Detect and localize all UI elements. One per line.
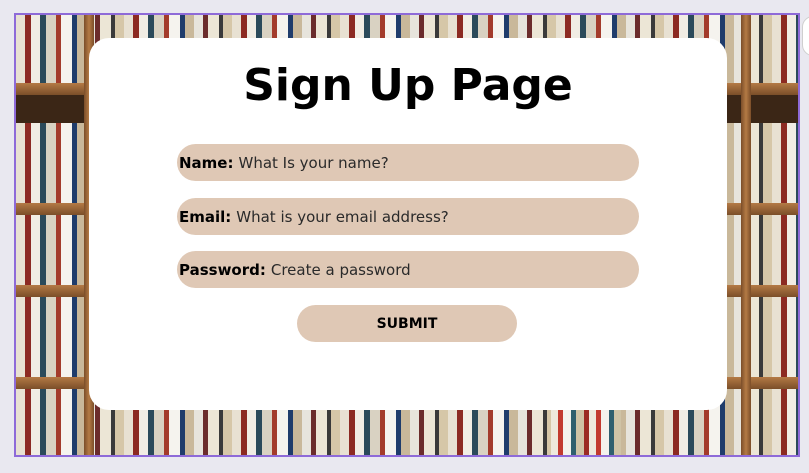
password-field[interactable]: Password: Create a password (177, 251, 639, 288)
name-field[interactable]: Name: What Is your name? (177, 144, 639, 181)
email-field[interactable]: Email: What is your email address? (177, 198, 639, 235)
name-placeholder: What Is your name? (238, 153, 389, 172)
email-label: Email: (179, 207, 232, 226)
password-placeholder: Create a password (270, 260, 411, 279)
email-placeholder: What is your email address? (236, 207, 449, 226)
page-title: Sign Up Page (243, 60, 573, 111)
name-label: Name: (179, 153, 234, 172)
submit-button[interactable]: SUBMIT (297, 305, 517, 342)
scroll-edge-handle[interactable] (802, 16, 809, 56)
password-label: Password: (179, 260, 266, 279)
signup-card: Sign Up Page Name: What Is your name? Em… (89, 38, 727, 410)
